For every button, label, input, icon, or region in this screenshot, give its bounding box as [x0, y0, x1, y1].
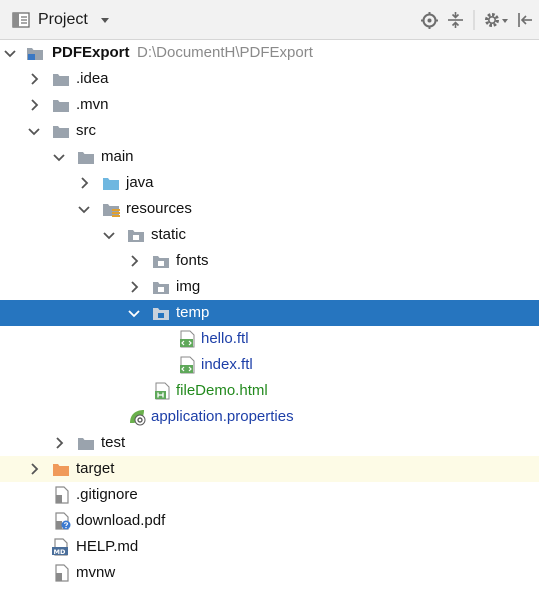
tree-item-label: application.properties — [151, 408, 294, 425]
package-folder-icon — [153, 282, 169, 294]
package-folder-icon — [128, 230, 144, 242]
tree-item-fonts[interactable]: fonts — [0, 248, 539, 274]
chevron-down-icon[interactable] — [101, 227, 117, 243]
tree-item-label: temp — [176, 304, 210, 321]
chevron-down-icon[interactable] — [51, 149, 67, 165]
tree-item-index-ftl[interactable]: index.ftl — [0, 352, 539, 378]
tree-item-hello-ftl[interactable]: hello.ftl — [0, 326, 539, 352]
tree-item-label: .gitignore — [76, 486, 138, 503]
chevron-down-icon[interactable] — [126, 305, 142, 321]
tree-item-label: resources — [126, 200, 192, 217]
package-folder-icon — [153, 256, 169, 268]
collapse-all-icon[interactable] — [447, 11, 464, 29]
tree-item-label: mvnw — [76, 564, 116, 581]
source-folder-icon — [103, 178, 119, 190]
tree-item-help-md[interactable]: MD HELP.md — [0, 534, 539, 560]
tree-item-label: src — [76, 122, 96, 139]
markdown-file-icon: MD — [52, 538, 68, 556]
tree-item-label: HELP.md — [76, 538, 139, 555]
chevron-right-icon[interactable] — [26, 461, 42, 477]
tree-item-label: static — [151, 226, 187, 243]
ftl-file-icon — [180, 356, 195, 374]
svg-text:MD: MD — [54, 548, 66, 556]
ftl-file-icon — [180, 330, 195, 348]
project-toolbar: Project — [0, 0, 539, 40]
project-view-icon — [12, 12, 30, 28]
tree-item-label: test — [101, 434, 126, 451]
tree-item-label: download.pdf — [76, 512, 166, 529]
module-folder-icon — [27, 48, 43, 60]
tree-item-test[interactable]: test — [0, 430, 539, 456]
tree-item-mvn[interactable]: .mvn — [0, 92, 539, 118]
chevron-right-icon[interactable] — [126, 279, 142, 295]
tree-item-temp[interactable]: temp — [0, 300, 539, 326]
tree-item-label: img — [176, 278, 201, 295]
html-file-icon — [155, 382, 170, 400]
text-file-icon — [55, 486, 69, 504]
package-folder-icon — [153, 308, 169, 320]
project-path: D:\DocumentH\PDFExport — [137, 44, 313, 61]
tree-item-java[interactable]: java — [0, 170, 539, 196]
chevron-right-icon[interactable] — [51, 435, 67, 451]
dropdown-icon[interactable] — [100, 17, 110, 24]
folder-icon — [78, 438, 94, 450]
unknown-file-icon — [55, 512, 71, 530]
tree-item-label: .idea — [76, 70, 109, 87]
tree-item-label: PDFExport — [52, 44, 130, 61]
folder-icon — [53, 126, 69, 138]
chevron-right-icon[interactable] — [26, 97, 42, 113]
tree-item-label: main — [101, 148, 134, 165]
tree-item-target[interactable]: target — [0, 456, 539, 482]
tree-item-label: fonts — [176, 252, 209, 269]
chevron-down-icon[interactable] — [76, 201, 92, 217]
tree-item-download-pdf[interactable]: download.pdf — [0, 508, 539, 534]
folder-icon — [53, 100, 69, 112]
tree-item-pdfexport[interactable]: PDFExport D:\DocumentH\PDFExport — [0, 40, 539, 66]
chevron-right-icon[interactable] — [26, 71, 42, 87]
chevron-down-icon[interactable] — [2, 45, 18, 61]
tree-item-label: fileDemo.html — [176, 382, 268, 399]
tree-item-label: hello.ftl — [201, 330, 249, 347]
tree-item-label: java — [126, 174, 154, 191]
chevron-right-icon[interactable] — [126, 253, 142, 269]
chevron-down-icon[interactable] — [26, 123, 42, 139]
tree-item-label: index.ftl — [201, 356, 253, 373]
tree-item-mvnw[interactable]: mvnw — [0, 560, 539, 586]
project-tree: PDFExport D:\DocumentH\PDFExport .idea .… — [0, 40, 539, 594]
tree-item-filedemo-html[interactable]: fileDemo.html — [0, 378, 539, 404]
tree-item-resources[interactable]: resources — [0, 196, 539, 222]
panel-title[interactable]: Project — [38, 11, 88, 29]
tree-item-idea[interactable]: .idea — [0, 66, 539, 92]
tree-item-main[interactable]: main — [0, 144, 539, 170]
tree-item-src[interactable]: src — [0, 118, 539, 144]
settings-icon[interactable] — [483, 11, 509, 29]
resources-folder-icon — [103, 204, 120, 217]
folder-icon — [53, 74, 69, 86]
toolbar-separator — [473, 10, 475, 30]
tree-item-label: target — [76, 460, 115, 477]
tree-item-gitignore[interactable]: .gitignore — [0, 482, 539, 508]
excluded-folder-icon — [53, 464, 69, 476]
text-file-icon — [55, 564, 69, 582]
tree-item-label: .mvn — [76, 96, 109, 113]
chevron-right-icon[interactable] — [76, 175, 92, 191]
locate-icon[interactable] — [421, 12, 438, 29]
tree-item-img[interactable]: img — [0, 274, 539, 300]
tree-item-application-properties[interactable]: application.properties — [0, 404, 539, 430]
spring-properties-icon — [130, 410, 146, 426]
folder-icon — [78, 152, 94, 164]
tree-item-static[interactable]: static — [0, 222, 539, 248]
hide-icon[interactable] — [517, 12, 533, 28]
